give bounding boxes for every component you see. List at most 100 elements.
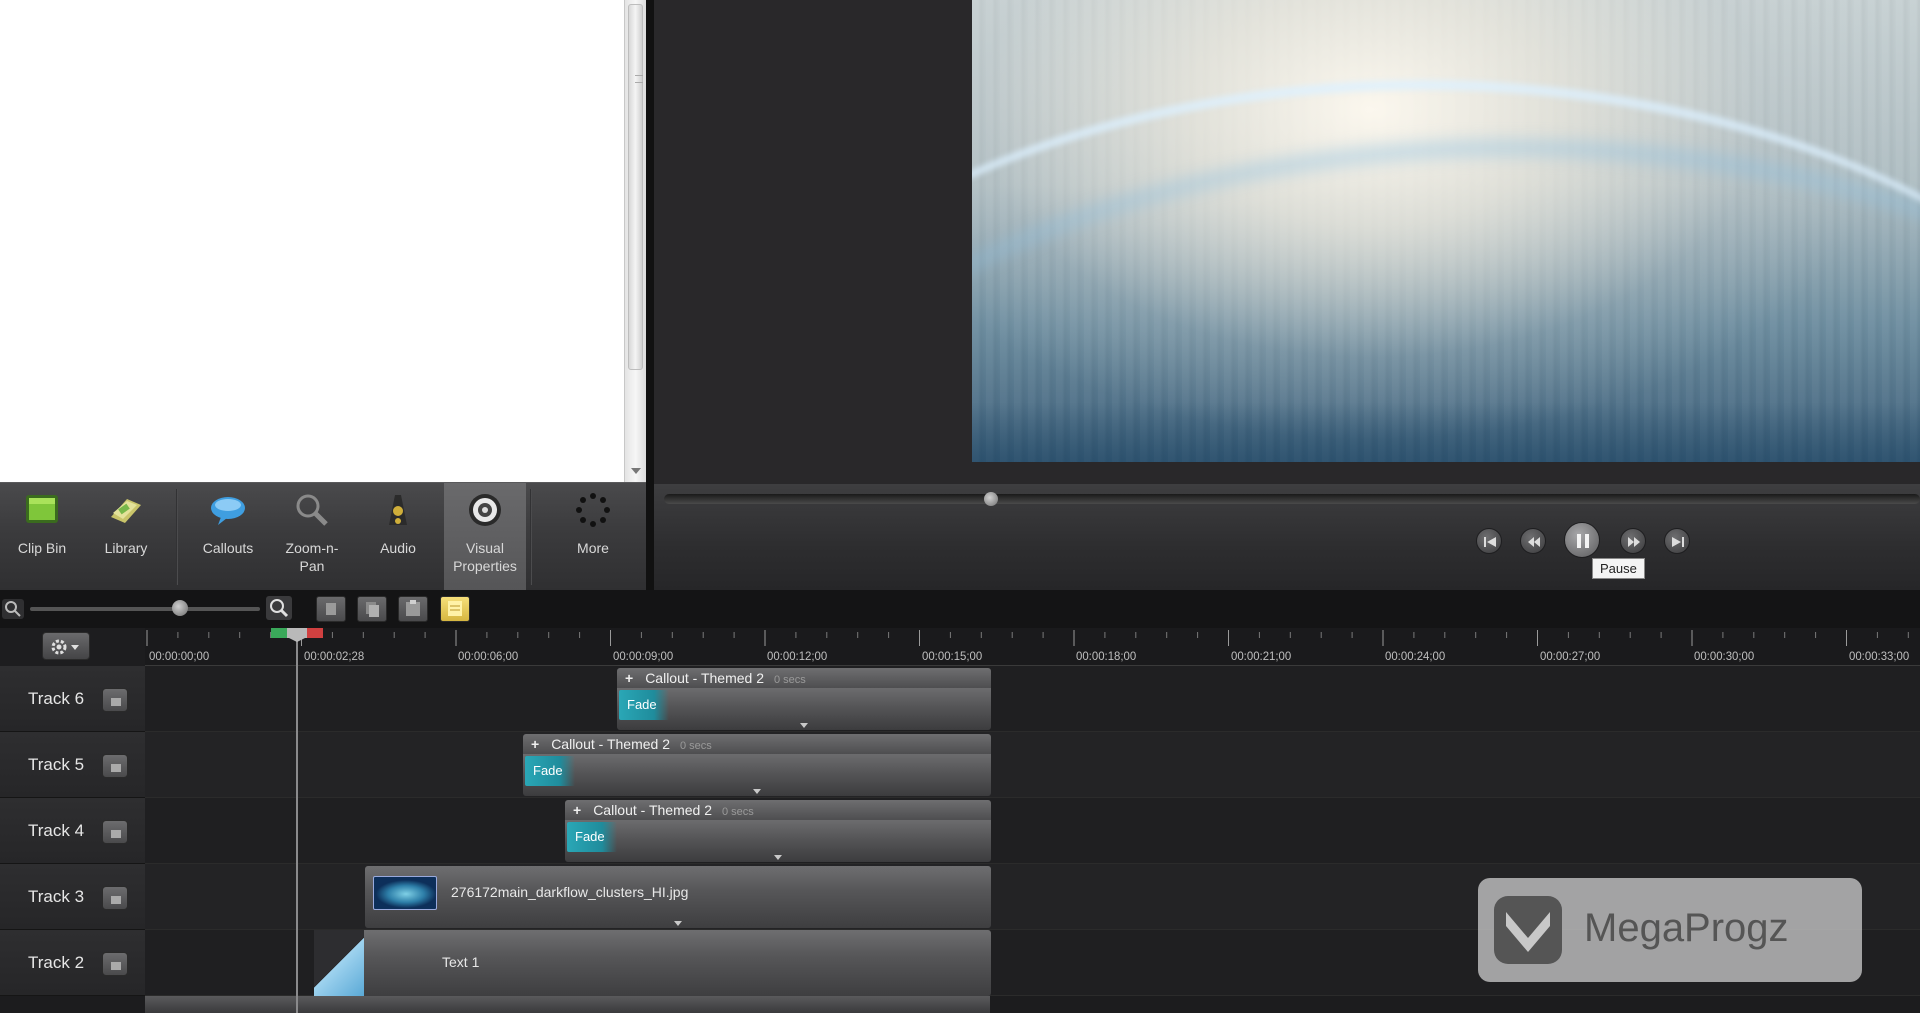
text-clip-label: Text 1 [442, 954, 480, 970]
step-back-button[interactable] [1520, 528, 1546, 554]
ruler-tick-label: 00:00:18;00 [1076, 649, 1137, 663]
playhead-marker[interactable] [271, 628, 323, 642]
visual-properties-icon [469, 494, 501, 526]
track-lane[interactable] [145, 732, 1920, 798]
timeline-options-area [0, 628, 145, 666]
callouts-label: Callouts [202, 540, 254, 556]
lock-track-button[interactable] [102, 952, 128, 976]
clip-handle[interactable] [774, 855, 782, 860]
jump-to-end-button[interactable] [1664, 528, 1690, 554]
lock-track-button[interactable] [102, 820, 128, 844]
track-name: Track 3 [28, 887, 85, 906]
clip-title: + Callout - Themed 20 secs [523, 734, 991, 754]
ruler-tick-label: 00:00:02;28 [303, 649, 364, 663]
visual-properties-tab[interactable]: Visual Properties [444, 483, 526, 591]
playback-controls: Pause [654, 484, 1920, 590]
pause-button[interactable] [1564, 522, 1600, 558]
track-name: Track 4 [28, 821, 85, 840]
timeline-toolbar [0, 590, 1920, 628]
ruler-tick-label: 00:00:09;00 [612, 649, 673, 663]
image-thumbnail [373, 876, 437, 910]
zoom-slider-thumb[interactable] [172, 600, 188, 616]
more-tab[interactable]: More [550, 483, 636, 591]
scroll-down-icon[interactable] [631, 468, 641, 474]
callout-clip[interactable]: + Callout - Themed 20 secs Fade [565, 800, 991, 862]
callouts-icon [211, 497, 245, 525]
clip-bin-tab[interactable]: Clip Bin [4, 483, 80, 591]
library-icon [111, 499, 141, 523]
ruler-tick-label: 00:00:21;00 [1230, 649, 1291, 663]
clip-handle[interactable] [753, 789, 761, 794]
clip-handle[interactable] [800, 723, 808, 728]
preview-canvas[interactable] [972, 0, 1920, 462]
preview-scrubber[interactable] [664, 494, 1920, 504]
timeline-ruler[interactable]: 00:00:00;00 00:00:02;28 00:00:06;00 00:00:0… [145, 628, 1920, 666]
step-forward-icon [1628, 537, 1640, 547]
lock-icon [111, 962, 121, 970]
ruler-tick-label: 00:00:33;00 [1848, 649, 1909, 663]
playhead-line[interactable] [296, 628, 298, 1013]
lock-track-button[interactable] [102, 886, 128, 910]
track-header[interactable]: Track 3 [0, 864, 145, 930]
track-lane[interactable] [145, 666, 1920, 732]
clip-bin-label: Clip Bin [17, 540, 67, 556]
zoom-out-button[interactable] [2, 599, 24, 619]
copy-icon [366, 602, 379, 617]
paste-button[interactable] [398, 596, 428, 622]
track-header[interactable]: Track 4 [0, 798, 145, 864]
track-lane[interactable] [145, 798, 1920, 864]
track-header[interactable]: Track 2 [0, 930, 145, 996]
track-header[interactable]: Track 6 [0, 666, 145, 732]
scrubber-knob[interactable] [984, 492, 998, 506]
clip-duration: 0 secs [722, 806, 754, 818]
audio-tab[interactable]: Audio [358, 483, 438, 591]
timeline-zoom-slider[interactable] [30, 607, 260, 611]
ruler-tick-label: 00:00:24;00 [1385, 649, 1446, 663]
fade-transition[interactable]: Fade [619, 690, 669, 720]
lock-icon [111, 698, 121, 706]
clip-bin-panel[interactable] [0, 0, 630, 482]
visual-properties-label: Visual Properties [453, 540, 517, 574]
callout-clip[interactable]: + Callout - Themed 20 secs Fade [617, 668, 991, 730]
clip-handle[interactable] [674, 921, 682, 926]
clip-bin-scrollbar[interactable] [624, 0, 646, 482]
zoom-n-pan-label: Zoom-n- Pan [285, 540, 339, 574]
marker-note-button[interactable] [440, 596, 470, 622]
timeline-bottom-clip-strip[interactable] [145, 996, 990, 1013]
step-forward-button[interactable] [1620, 528, 1646, 554]
lock-track-button[interactable] [102, 688, 128, 712]
zoom-n-pan-icon [296, 494, 328, 526]
zoom-n-pan-tab[interactable]: Zoom-n- Pan [272, 483, 352, 591]
audio-label: Audio [380, 540, 416, 556]
watermark-text: MegaProgz [1584, 906, 1789, 950]
timeline-options-button[interactable] [42, 632, 90, 660]
step-back-icon [1528, 537, 1540, 547]
lock-icon [111, 896, 121, 904]
library-tab[interactable]: Library [88, 483, 164, 591]
fade-transition[interactable]: Fade [567, 822, 617, 852]
clip-title-text: Callout - Themed 2 [645, 670, 764, 686]
clip-title-text: Callout - Themed 2 [593, 802, 712, 818]
cut-button[interactable] [316, 596, 346, 622]
image-clip[interactable]: 276172main_darkflow_clusters_HI.jpg [365, 866, 991, 928]
audio-icon [389, 495, 407, 525]
zoom-in-button[interactable] [266, 596, 292, 620]
clip-title-text: Callout - Themed 2 [551, 736, 670, 752]
panel-splitter[interactable] [646, 0, 654, 590]
ruler-tick-label: 00:00:00;00 [149, 649, 210, 663]
callouts-tab[interactable]: Callouts [188, 483, 268, 591]
track-name: Track 2 [28, 953, 85, 972]
image-clip-label: 276172main_darkflow_clusters_HI.jpg [451, 884, 689, 900]
copy-button[interactable] [357, 596, 387, 622]
download-logo-icon [1494, 896, 1562, 964]
scrollbar-thumb[interactable] [628, 4, 643, 370]
fade-transition[interactable]: Fade [525, 756, 575, 786]
pause-tooltip: Pause [1592, 558, 1645, 579]
jump-to-start-button[interactable] [1476, 528, 1502, 554]
lock-track-button[interactable] [102, 754, 128, 778]
text-clip[interactable]: Text 1 [314, 930, 991, 996]
ruler-tick-label: 00:00:30;00 [1694, 649, 1755, 663]
track-header[interactable]: Track 5 [0, 732, 145, 798]
callout-clip[interactable]: + Callout - Themed 20 secs Fade [523, 734, 991, 796]
ruler-tick-label: 00:00:06;00 [458, 649, 519, 663]
